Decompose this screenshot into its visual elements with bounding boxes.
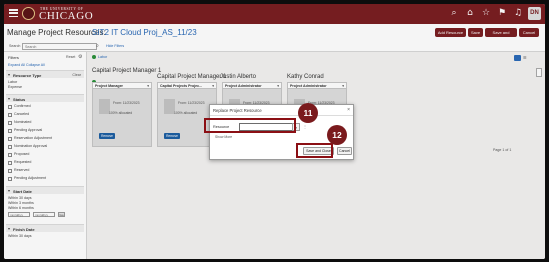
highlight-save-button [296, 143, 333, 158]
close-icon[interactable]: × [347, 107, 350, 113]
dialog-cancel-button[interactable]: Cancel [337, 147, 352, 155]
more-options-icon[interactable]: ⋮ [302, 123, 308, 131]
show-more-link[interactable]: Show More [215, 135, 232, 139]
highlight-resource-input [204, 118, 296, 133]
divider [210, 115, 353, 116]
app-window: THE UNIVERSITY OF CHICAGO ⌕ ⌂ ☆ ⚑ ♫ DN M… [4, 4, 545, 259]
step-callout: 12 [327, 125, 347, 145]
step-callout: 11 [298, 103, 318, 123]
dialog-title: Replace Project Resource [213, 108, 262, 113]
